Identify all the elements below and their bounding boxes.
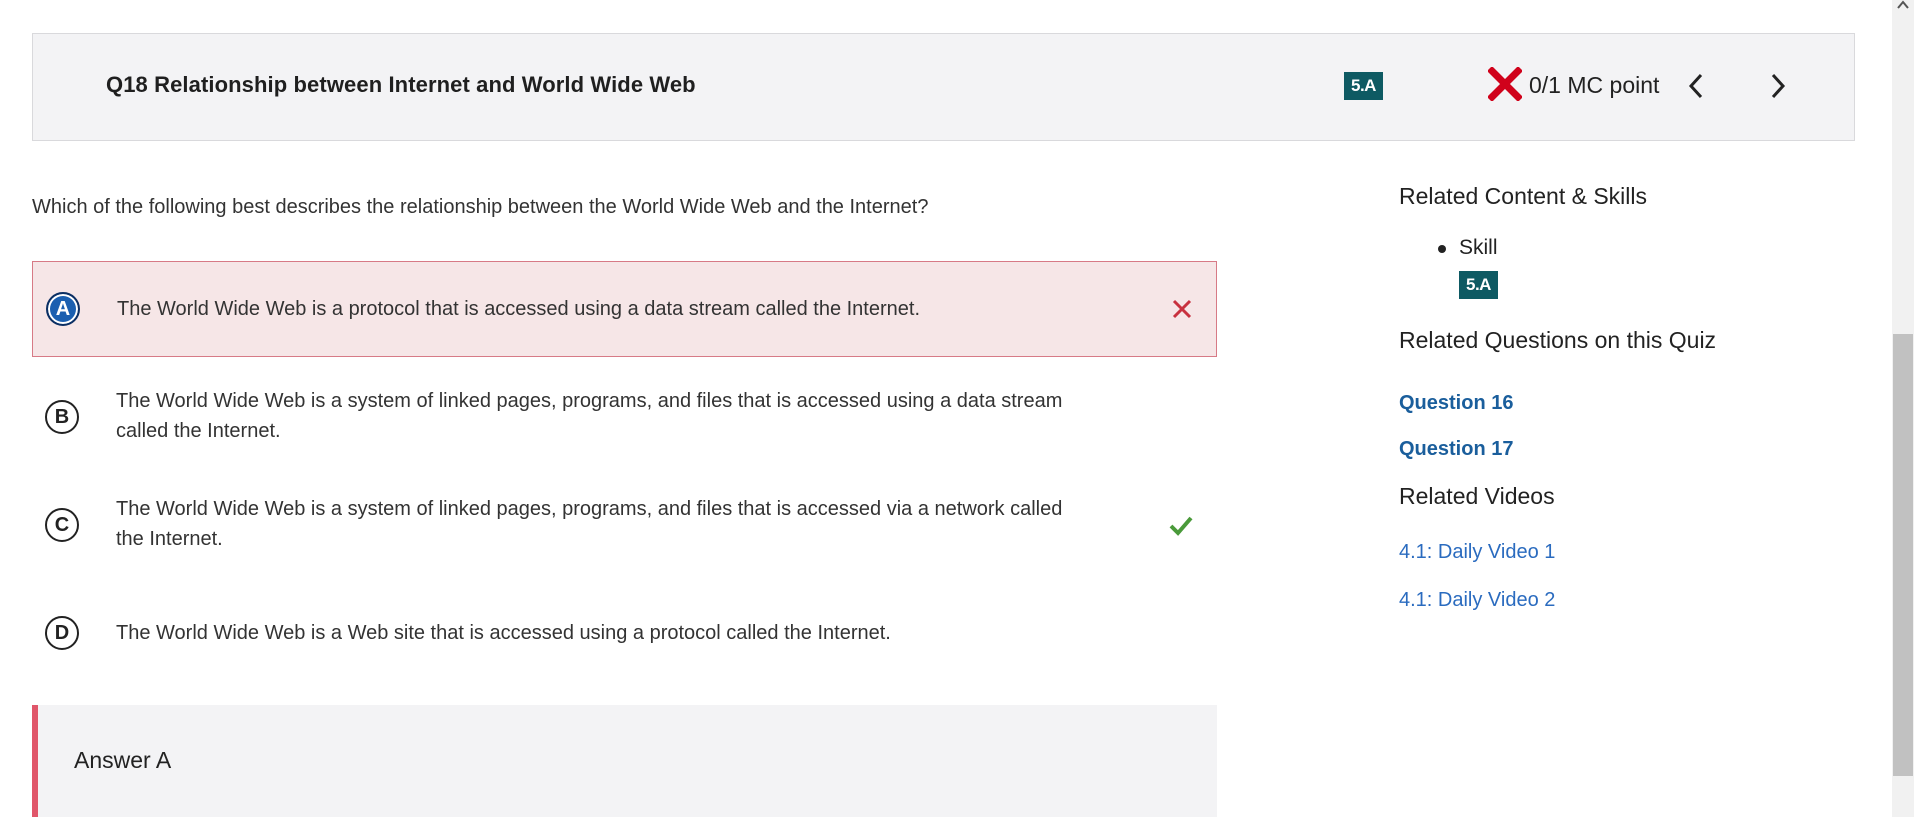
question-prompt: Which of the following best describes th…: [32, 196, 929, 218]
related-question-link[interactable]: Question 17: [1399, 438, 1513, 461]
chevron-left-icon[interactable]: [1685, 72, 1709, 100]
choice-c[interactable]: C The World Wide Web is a system of link…: [32, 478, 1217, 572]
choice-letter-d: D: [45, 616, 79, 650]
choice-text-b: The World Wide Web is a system of linked…: [116, 390, 1063, 442]
checkmark-icon: [1169, 516, 1193, 536]
score-text: 0/1 MC point: [1529, 72, 1660, 98]
answer-label: Answer A: [74, 747, 172, 773]
choice-text-a: The World Wide Web is a protocol that is…: [117, 298, 920, 320]
chevron-right-icon[interactable]: [1765, 72, 1789, 100]
choice-text-d: The World Wide Web is a Web site that is…: [116, 622, 891, 644]
related-question-link[interactable]: Question 16: [1399, 392, 1513, 415]
related-questions-heading: Related Questions on this Quiz: [1399, 327, 1717, 353]
related-content-heading: Related Content & Skills: [1399, 183, 1648, 209]
related-video-link[interactable]: 4.1: Daily Video 1: [1399, 541, 1555, 564]
scroll-up-arrow-icon[interactable]: [1896, 0, 1910, 10]
choice-b[interactable]: B The World Wide Web is a system of link…: [32, 370, 1217, 464]
skill-badge[interactable]: 5.A: [1344, 72, 1383, 100]
choice-a[interactable]: A The World Wide Web is a protocol that …: [32, 261, 1217, 357]
skill-label: Skill: [1459, 236, 1498, 259]
incorrect-icon: [1172, 299, 1192, 319]
sidebar-skill-badge[interactable]: 5.A: [1459, 271, 1498, 299]
related-video-link[interactable]: 4.1: Daily Video 2: [1399, 589, 1555, 612]
question-header: Q18 Relationship between Internet and Wo…: [32, 33, 1855, 141]
scrollbar-thumb[interactable]: [1893, 334, 1913, 776]
related-videos-heading: Related Videos: [1399, 483, 1555, 509]
choice-letter-a: A: [46, 292, 80, 326]
answer-explanation: Answer A: [32, 705, 1217, 817]
bullet-icon: [1438, 245, 1446, 253]
choice-letter-b: B: [45, 400, 79, 434]
incorrect-x-icon: [1488, 67, 1522, 101]
choice-text-c: The World Wide Web is a system of linked…: [116, 498, 1063, 550]
choice-letter-c: C: [45, 508, 79, 542]
question-title: Q18 Relationship between Internet and Wo…: [106, 72, 696, 97]
choice-d[interactable]: D The World Wide Web is a Web site that …: [32, 596, 1217, 672]
